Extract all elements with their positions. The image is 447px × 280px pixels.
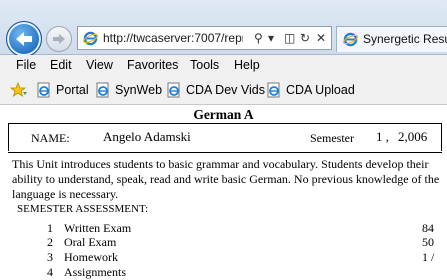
forward-arrow-icon xyxy=(53,34,65,44)
favorite-label: CDA Upload xyxy=(286,83,355,97)
menu-favorites[interactable]: Favorites xyxy=(127,58,178,72)
assessment-value: 50 xyxy=(422,235,434,249)
ie-page-icon xyxy=(267,82,280,98)
favorites-bar: Portal SynWeb CDA Dev Vids CDA Upload xyxy=(0,76,447,105)
assessment-row: 2 Oral Exam 50 xyxy=(0,235,447,250)
favorite-label: Portal xyxy=(56,83,89,97)
report-page: German A NAME: Angelo Adamski Semester 1… xyxy=(0,105,447,280)
browser-tab[interactable]: Synergetic Resu xyxy=(336,26,447,52)
ie-tab-icon xyxy=(343,32,358,47)
report-title: German A xyxy=(193,107,254,122)
search-icon[interactable]: ⚲ xyxy=(254,30,263,46)
menu-view[interactable]: View xyxy=(86,58,113,72)
assessment-value: 1 / xyxy=(422,250,435,264)
compatibility-icon[interactable]: ◫ xyxy=(284,30,295,46)
assessment-number: 1 xyxy=(47,221,53,235)
tab-title: Synergetic Resu xyxy=(363,32,447,46)
assessment-value: 84 xyxy=(422,221,434,235)
semester-value: 1 , xyxy=(376,129,389,144)
menu-bar: File Edit View Favorites Tools Help xyxy=(0,55,447,76)
favorites-star-icon[interactable] xyxy=(10,82,28,98)
forward-button[interactable] xyxy=(46,26,72,52)
refresh-icon[interactable]: ↻ xyxy=(300,30,310,46)
stop-icon[interactable]: ✕ xyxy=(316,30,326,46)
menu-file[interactable]: File xyxy=(16,58,36,72)
assessment-row: 1 Written Exam 84 xyxy=(0,221,447,236)
assessment-label: Oral Exam xyxy=(64,235,117,249)
address-bar[interactable]: http://twcaserver:7007/repr ⚲ ▾ ◫ ↻ ✕ xyxy=(77,26,332,50)
semester-year: 2,006 xyxy=(398,129,428,144)
ie-page-icon xyxy=(37,82,50,98)
assessment-label: Written Exam xyxy=(64,221,132,235)
student-name: Angelo Adamski xyxy=(103,129,191,144)
assessment-number: 3 xyxy=(47,250,53,264)
unit-description: This Unit introduces students to basic g… xyxy=(12,157,440,201)
assessment-label: Homework xyxy=(64,250,118,264)
menu-help[interactable]: Help xyxy=(234,58,260,72)
assessment-header: SEMESTER ASSESSMENT: xyxy=(17,203,149,215)
back-arrow-icon xyxy=(16,32,32,46)
menu-edit[interactable]: Edit xyxy=(50,58,72,72)
assessment-number: 2 xyxy=(47,235,53,249)
assessment-label: Assignments xyxy=(64,265,127,279)
dropdown-icon[interactable]: ▾ xyxy=(268,30,274,46)
ie-page-icon xyxy=(83,31,98,46)
address-text[interactable]: http://twcaserver:7007/repr xyxy=(103,31,243,45)
back-button[interactable] xyxy=(6,21,42,57)
browser-nav-bar: http://twcaserver:7007/repr ⚲ ▾ ◫ ↻ ✕ Sy… xyxy=(0,0,447,57)
assessment-row: 3 Homework 1 / xyxy=(0,250,447,265)
menu-tools[interactable]: Tools xyxy=(190,58,219,72)
semester-label: Semester xyxy=(310,131,354,145)
favorite-label: SynWeb xyxy=(115,83,163,97)
favorite-label: CDA Dev Vids xyxy=(186,83,265,97)
name-label: NAME: xyxy=(31,131,70,145)
ie-page-icon xyxy=(167,82,180,98)
divider xyxy=(8,152,442,153)
assessment-number: 4 xyxy=(47,265,53,279)
assessment-row: 4 Assignments xyxy=(0,265,447,280)
ie-page-icon xyxy=(96,82,109,98)
